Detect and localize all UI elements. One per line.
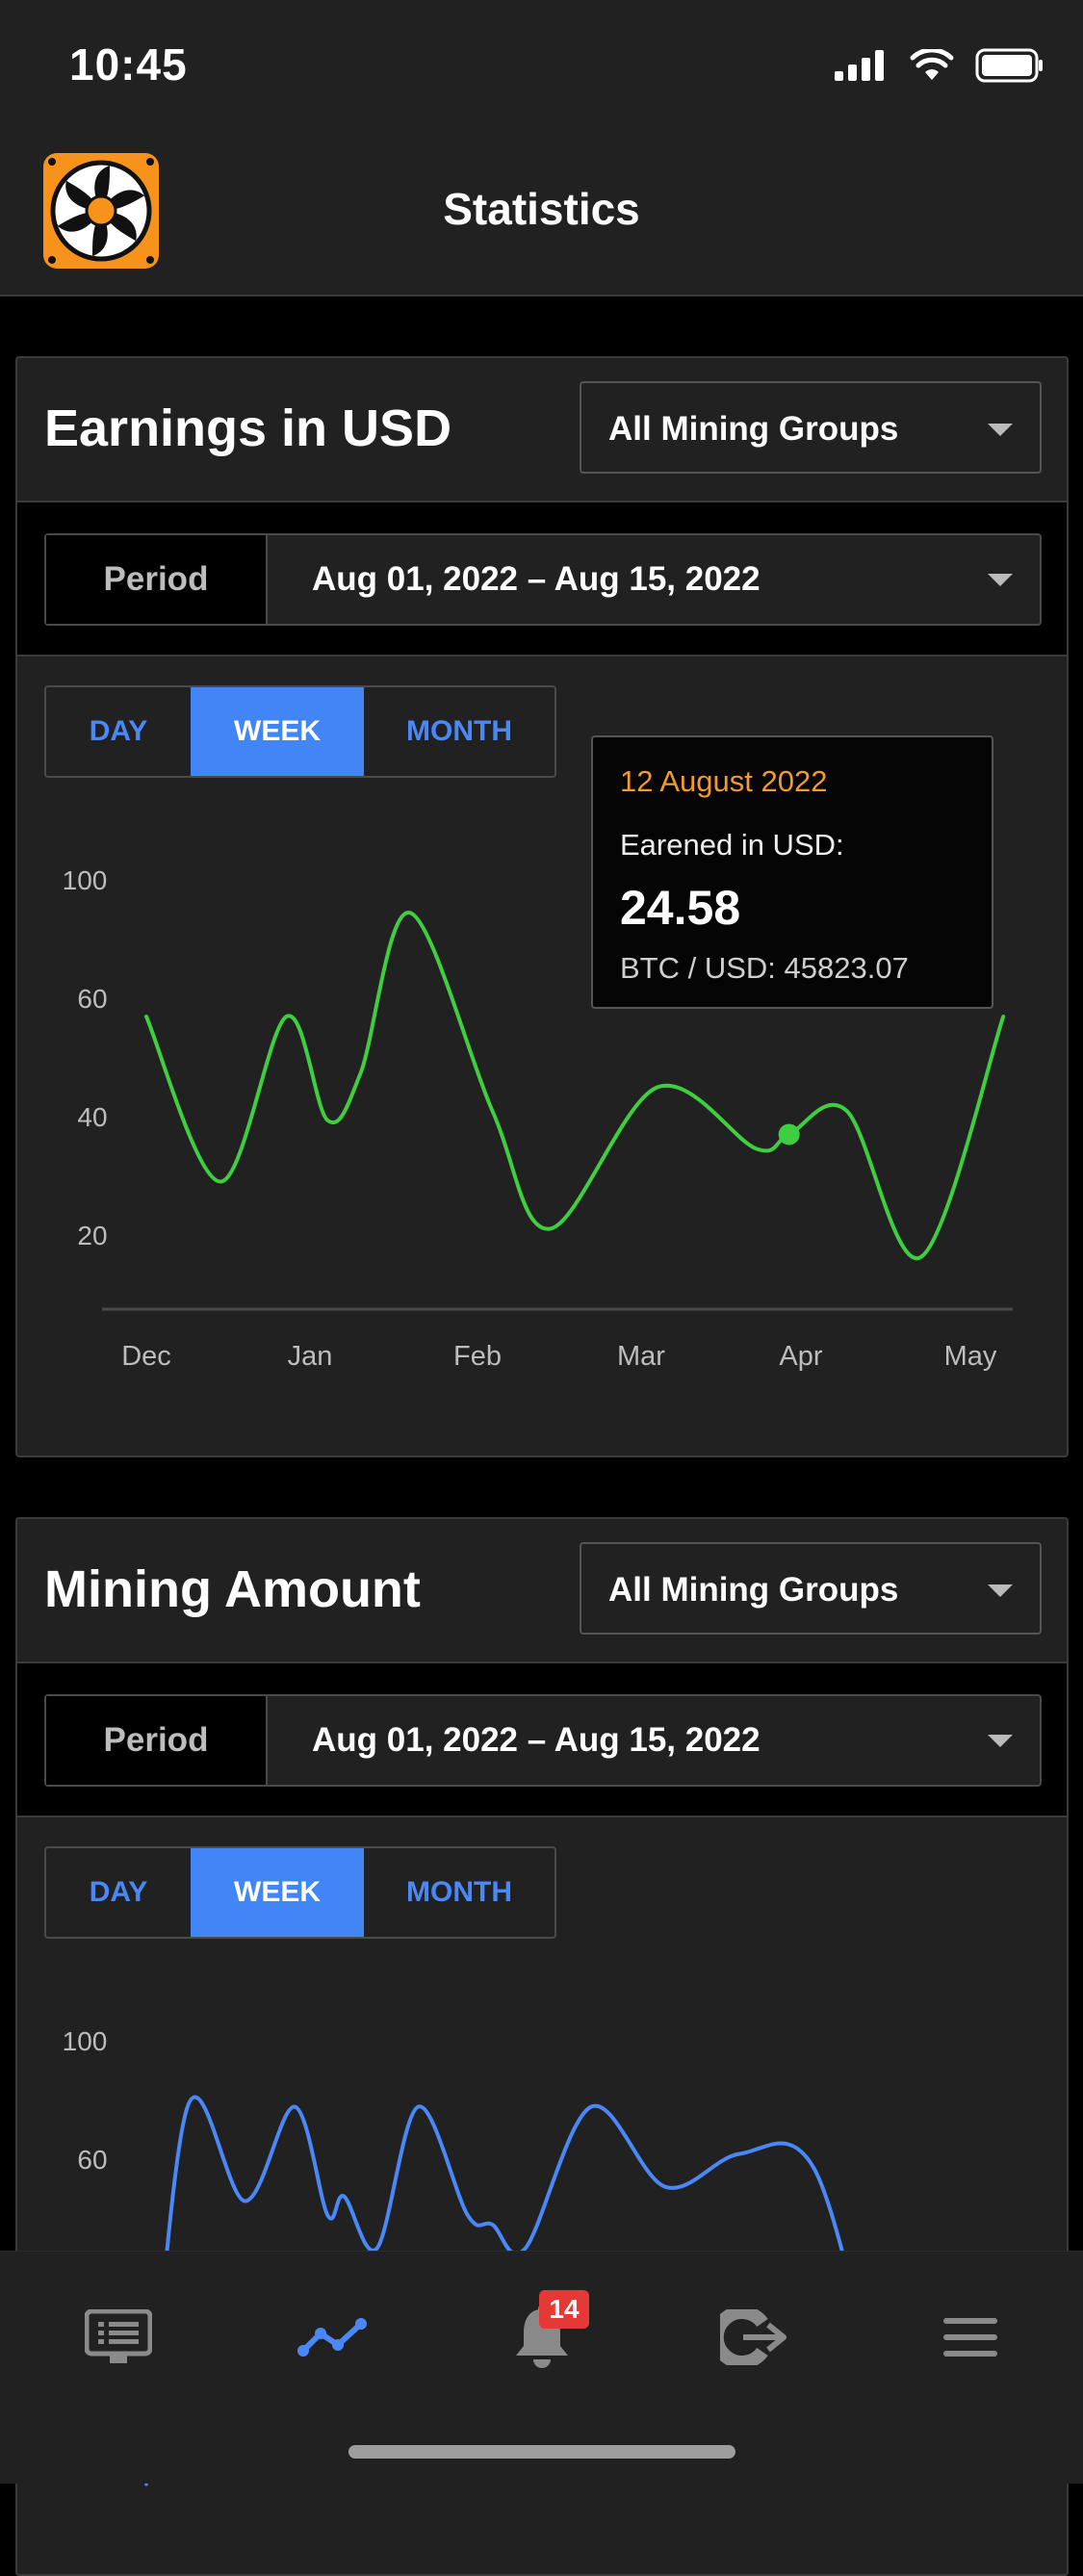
battery-icon xyxy=(975,48,1043,83)
app-header: Statistics xyxy=(0,135,1083,296)
x-tick-label: Jan xyxy=(288,1341,333,1372)
monitor-list-icon xyxy=(85,2309,152,2363)
y-tick-label: 100 xyxy=(63,2026,108,2056)
nav-statistics[interactable] xyxy=(289,2294,375,2381)
nav-menu[interactable] xyxy=(927,2294,1014,2381)
tooltip-label: Earened in USD: xyxy=(620,828,844,862)
home-indicator xyxy=(348,2445,735,2459)
nav-logout[interactable] xyxy=(712,2294,799,2381)
x-tick-label: Apr xyxy=(779,1341,822,1372)
y-tick-label: 40 xyxy=(77,1102,107,1132)
x-tick-label: Dec xyxy=(121,1341,171,1372)
chart-line-icon xyxy=(297,2318,367,2357)
tooltip-value: 24.58 xyxy=(620,881,741,935)
y-tick-label: 100 xyxy=(63,865,108,895)
cellular-signal-icon xyxy=(835,50,884,81)
tooltip-rate: BTC / USD: 45823.07 xyxy=(620,951,909,985)
status-icons xyxy=(835,46,1044,85)
tooltip-date: 12 August 2022 xyxy=(620,764,828,798)
x-tick-label: May xyxy=(944,1341,997,1372)
status-bar: 10:45 xyxy=(0,0,1083,135)
status-time: 10:45 xyxy=(69,39,188,90)
x-tick-label: Feb xyxy=(453,1341,502,1372)
notifications-badge: 14 xyxy=(539,2290,589,2329)
y-tick-label: 20 xyxy=(77,1221,107,1250)
logout-icon xyxy=(720,2309,786,2365)
nav-notifications[interactable]: 14 xyxy=(499,2290,589,2381)
x-tick-label: Mar xyxy=(617,1341,665,1372)
nav-dashboard[interactable] xyxy=(75,2294,162,2381)
highlight-point[interactable] xyxy=(778,1123,800,1146)
earnings-card: Earnings in USD All Mining Groups Period… xyxy=(15,356,1069,1457)
chart-tooltip: 12 August 2022 Earened in USD: 24.58 BTC… xyxy=(591,735,993,1009)
y-tick-label: 60 xyxy=(77,2145,107,2175)
wifi-icon xyxy=(910,49,954,80)
y-tick-label: 60 xyxy=(77,984,107,1014)
page-title: Statistics xyxy=(443,184,640,234)
hamburger-menu-icon xyxy=(943,2318,997,2357)
